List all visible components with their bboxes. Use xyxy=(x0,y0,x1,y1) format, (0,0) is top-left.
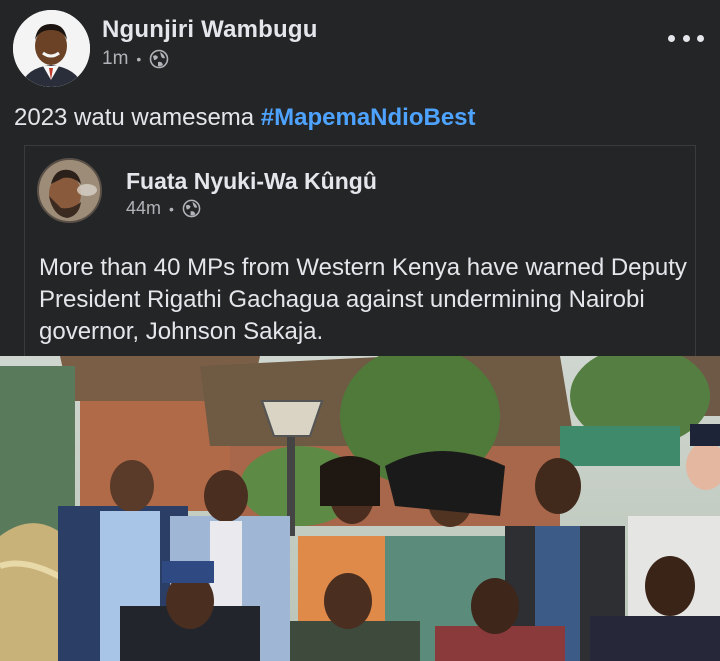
shared-avatar-image xyxy=(39,160,100,221)
more-horizontal-icon xyxy=(668,34,675,42)
group-photo-image xyxy=(0,356,720,661)
post-header: Ngunjiri Wambugu 1m • xyxy=(0,0,720,96)
post-meta: 1m • xyxy=(102,48,169,70)
author-avatar[interactable] xyxy=(13,10,90,87)
post-photo[interactable] xyxy=(0,356,720,661)
hashtag-link[interactable]: #MapemaNdioBest xyxy=(261,104,476,131)
post-time[interactable]: 1m xyxy=(102,48,128,70)
separator-dot: • xyxy=(169,200,174,217)
shared-post-meta: 44m • xyxy=(126,198,201,219)
shared-post-time[interactable]: 44m xyxy=(126,198,161,219)
post-text: 2023 watu wamesema #MapemaNdioBest xyxy=(14,104,476,132)
shared-post-text: More than 40 MPs from Western Kenya have… xyxy=(39,254,687,345)
shared-author-name[interactable]: Fuata Nyuki-Wa Kûngû xyxy=(126,168,377,195)
globe-icon xyxy=(182,199,201,218)
author-avatar-image xyxy=(13,10,90,87)
shared-post-card[interactable]: Fuata Nyuki-Wa Kûngû 44m • More than 40 … xyxy=(24,145,696,375)
separator-dot: • xyxy=(136,51,142,67)
globe-icon xyxy=(150,49,169,69)
more-options-button[interactable] xyxy=(668,26,704,50)
post-text-body: 2023 watu wamesema xyxy=(14,104,261,131)
author-name[interactable]: Ngunjiri Wambugu xyxy=(102,16,318,44)
shared-author-avatar[interactable] xyxy=(37,158,102,223)
